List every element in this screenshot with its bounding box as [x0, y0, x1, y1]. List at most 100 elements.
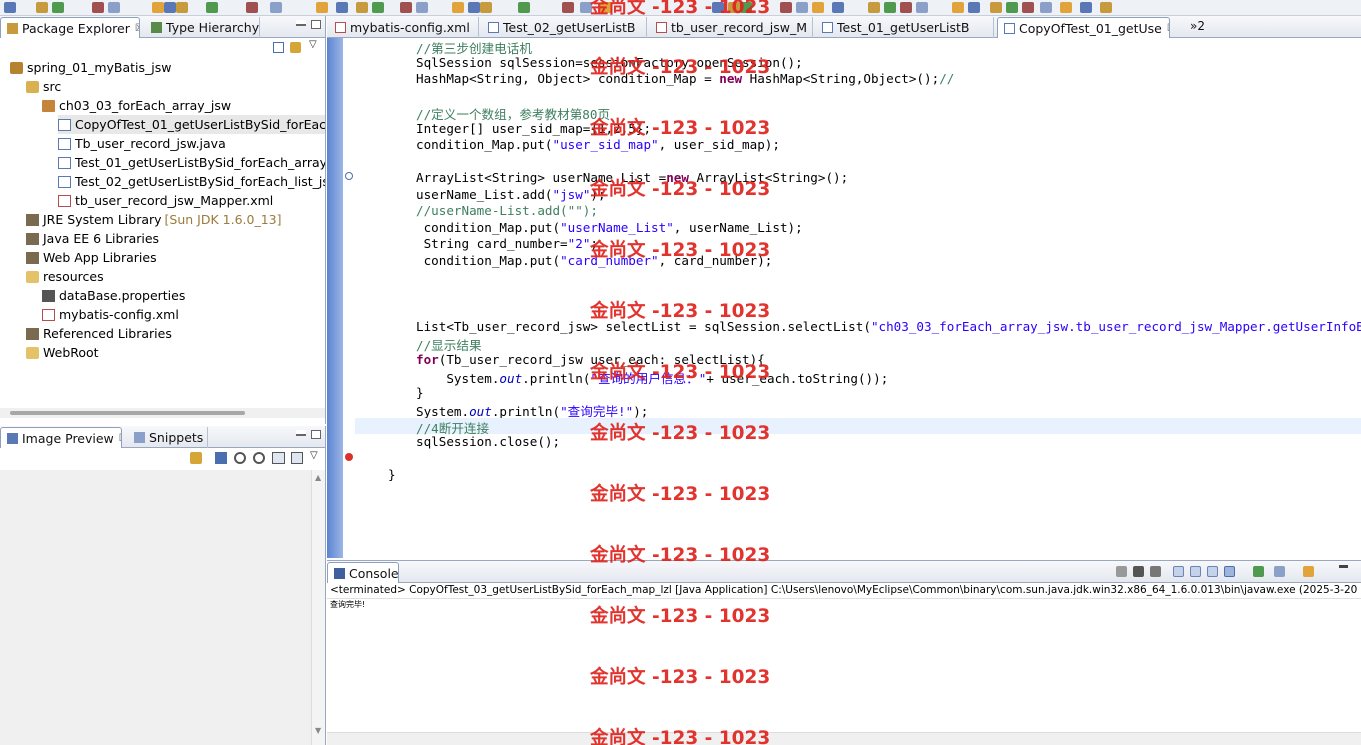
sync-icon[interactable] — [190, 452, 202, 464]
editor-tab[interactable]: CopyOfTest_01_getUse ☒ — [997, 17, 1170, 38]
toolbar-button-icon[interactable] — [580, 2, 592, 13]
vertical-scrollbar[interactable]: ▲ ▼ — [311, 470, 325, 745]
toolbar-button-icon[interactable] — [246, 2, 258, 13]
toolbar-button-icon[interactable] — [4, 2, 16, 13]
toolbar-button-icon[interactable] — [372, 2, 384, 13]
tree-item[interactable]: tb_user_record_jsw_Mapper.xml — [58, 191, 273, 210]
toolbar-button-icon[interactable] — [176, 2, 188, 13]
maximize-button[interactable] — [311, 20, 321, 29]
tree-item[interactable]: resources — [26, 267, 104, 286]
toolbar-button-icon[interactable] — [780, 2, 792, 13]
editor-tab[interactable]: tb_user_record_jsw_M — [650, 17, 813, 38]
toolbar-button-icon[interactable] — [884, 2, 896, 13]
toolbar-button-icon[interactable] — [1006, 2, 1018, 13]
remove-launch-icon[interactable] — [1133, 566, 1144, 577]
minimize-button[interactable] — [296, 20, 306, 26]
code-line[interactable]: //第三步创建电话机 — [355, 38, 532, 56]
toolbar-button-icon[interactable] — [1080, 2, 1092, 13]
toolbar-button-icon[interactable] — [480, 2, 492, 13]
editor-tab[interactable]: mybatis-config.xml — [329, 17, 479, 38]
toolbar-button-icon[interactable] — [400, 2, 412, 13]
toolbar-button-icon[interactable] — [416, 2, 428, 13]
toolbar-button-icon[interactable] — [316, 2, 328, 13]
show-console-icon[interactable] — [1224, 566, 1235, 577]
terminate-icon[interactable] — [1116, 566, 1127, 577]
maximize-button[interactable] — [311, 430, 321, 439]
view-menu-icon[interactable]: ▽ — [309, 39, 317, 50]
tree-item[interactable]: CopyOfTest_01_getUserListBySid_forEach — [58, 115, 325, 134]
code-line[interactable]: condition_Map.put("user_sid_map", user_s… — [355, 137, 780, 154]
toolbar-button-icon[interactable] — [336, 2, 348, 13]
error-marker-icon[interactable] — [345, 453, 353, 461]
code-line[interactable]: HashMap<String, Object> condition_Map = … — [355, 71, 954, 88]
toolbar-button-icon[interactable] — [990, 2, 1002, 13]
view-menu-icon[interactable]: ▽ — [310, 450, 318, 461]
code-editor[interactable]: //第三步创建电话机 SqlSession sqlSession=sessionF… — [327, 38, 1361, 558]
toolbar-button-icon[interactable] — [152, 2, 164, 13]
toolbar-button-icon[interactable] — [52, 2, 64, 13]
code-line[interactable]: userName_List.add("jsw"); — [355, 187, 606, 204]
tree-item[interactable]: Test_02_getUserListBySid_forEach_list_js… — [58, 172, 325, 191]
toolbar-button-icon[interactable] — [1100, 2, 1112, 13]
toolbar-button-icon[interactable] — [812, 2, 824, 13]
code-line[interactable]: condition_Map.put("card_number", card_nu… — [355, 253, 773, 270]
toolbar-button-icon[interactable] — [600, 2, 612, 13]
original-size-icon[interactable] — [272, 452, 285, 464]
code-line[interactable]: sqlSession.close(); — [355, 434, 560, 451]
close-icon[interactable]: ☒ — [119, 433, 121, 444]
horizontal-scrollbar[interactable] — [0, 408, 325, 418]
code-line[interactable]: //定义一个数组，参考教材第80页 — [355, 104, 610, 122]
clear-console-icon[interactable] — [1173, 566, 1184, 577]
fit-image-icon[interactable] — [215, 452, 227, 464]
collapse-all-icon[interactable] — [273, 42, 284, 53]
code-line[interactable]: condition_Map.put("userName_List", userN… — [355, 220, 803, 237]
editor-tab[interactable]: Test_01_getUserListB — [816, 17, 994, 38]
code-line[interactable] — [355, 286, 416, 303]
toolbar-button-icon[interactable] — [562, 2, 574, 13]
remove-all-icon[interactable] — [1150, 566, 1161, 577]
code-line[interactable]: System.out.println("查询完毕!"); — [355, 401, 648, 419]
toolbar-button-icon[interactable] — [1060, 2, 1072, 13]
close-icon[interactable]: ☒ — [135, 23, 139, 34]
toolbar-button-icon[interactable] — [712, 2, 724, 13]
toolbar-button-icon[interactable] — [468, 2, 480, 13]
zoom-out-icon[interactable] — [234, 452, 246, 464]
toolbar-button-icon[interactable] — [108, 2, 120, 13]
close-icon[interactable]: ☒ — [1167, 23, 1169, 34]
tree-item[interactable]: spring_01_myBatis_jsw — [10, 58, 171, 77]
tree-item[interactable]: Java EE 6 Libraries — [26, 229, 159, 248]
code-line[interactable]: //显示结果 — [355, 335, 482, 353]
code-line[interactable] — [355, 451, 416, 468]
tree-item[interactable]: Referenced Libraries — [26, 324, 172, 343]
scroll-lock-icon[interactable] — [1190, 566, 1201, 577]
code-line[interactable]: //userName-List.add(""); — [355, 203, 598, 220]
breakpoint-icon[interactable] — [345, 172, 353, 180]
tree-item[interactable]: Test_01_getUserListBySid_forEach_array_j — [58, 153, 325, 172]
code-line[interactable] — [355, 302, 416, 319]
minimize-button[interactable] — [296, 430, 306, 436]
toolbar-button-icon[interactable] — [952, 2, 964, 13]
fit-window-icon[interactable] — [291, 452, 303, 464]
scroll-down-icon[interactable]: ▼ — [315, 726, 321, 735]
toolbar-button-icon[interactable] — [164, 2, 176, 13]
tree-item[interactable]: ch03_03_forEach_array_jsw — [42, 96, 231, 115]
editor-tab[interactable]: Test_02_getUserListB — [482, 17, 647, 38]
toolbar-button-icon[interactable] — [92, 2, 104, 13]
word-wrap-icon[interactable] — [1207, 566, 1218, 577]
code-line[interactable]: for(Tb_user_record_jsw user_each: select… — [355, 352, 765, 369]
minimize-icon[interactable] — [1339, 565, 1348, 568]
tab-console[interactable]: Console ☒ — [327, 562, 399, 583]
tab-type-hierarchy[interactable]: Type Hierarchy — [145, 17, 260, 38]
code-line[interactable]: SqlSession sqlSession=sessionFactory.ope… — [355, 55, 803, 72]
toolbar-button-icon[interactable] — [900, 2, 912, 13]
tab-package-explorer[interactable]: Package Explorer ☒ — [0, 17, 140, 38]
tab-overflow-button[interactable]: »2 — [1190, 19, 1205, 33]
zoom-in-icon[interactable] — [253, 452, 265, 464]
tab-snippets[interactable]: Snippets — [128, 427, 208, 448]
toolbar-button-icon[interactable] — [1022, 2, 1034, 13]
code-area[interactable]: //第三步创建电话机 SqlSession sqlSession=sessionF… — [355, 38, 1361, 558]
code-line[interactable]: System.out.println("查询的用户信息："+ user_each… — [355, 368, 888, 386]
code-line[interactable] — [355, 88, 416, 105]
code-line[interactable]: } — [355, 385, 424, 402]
pin-console-icon[interactable] — [1253, 566, 1264, 577]
